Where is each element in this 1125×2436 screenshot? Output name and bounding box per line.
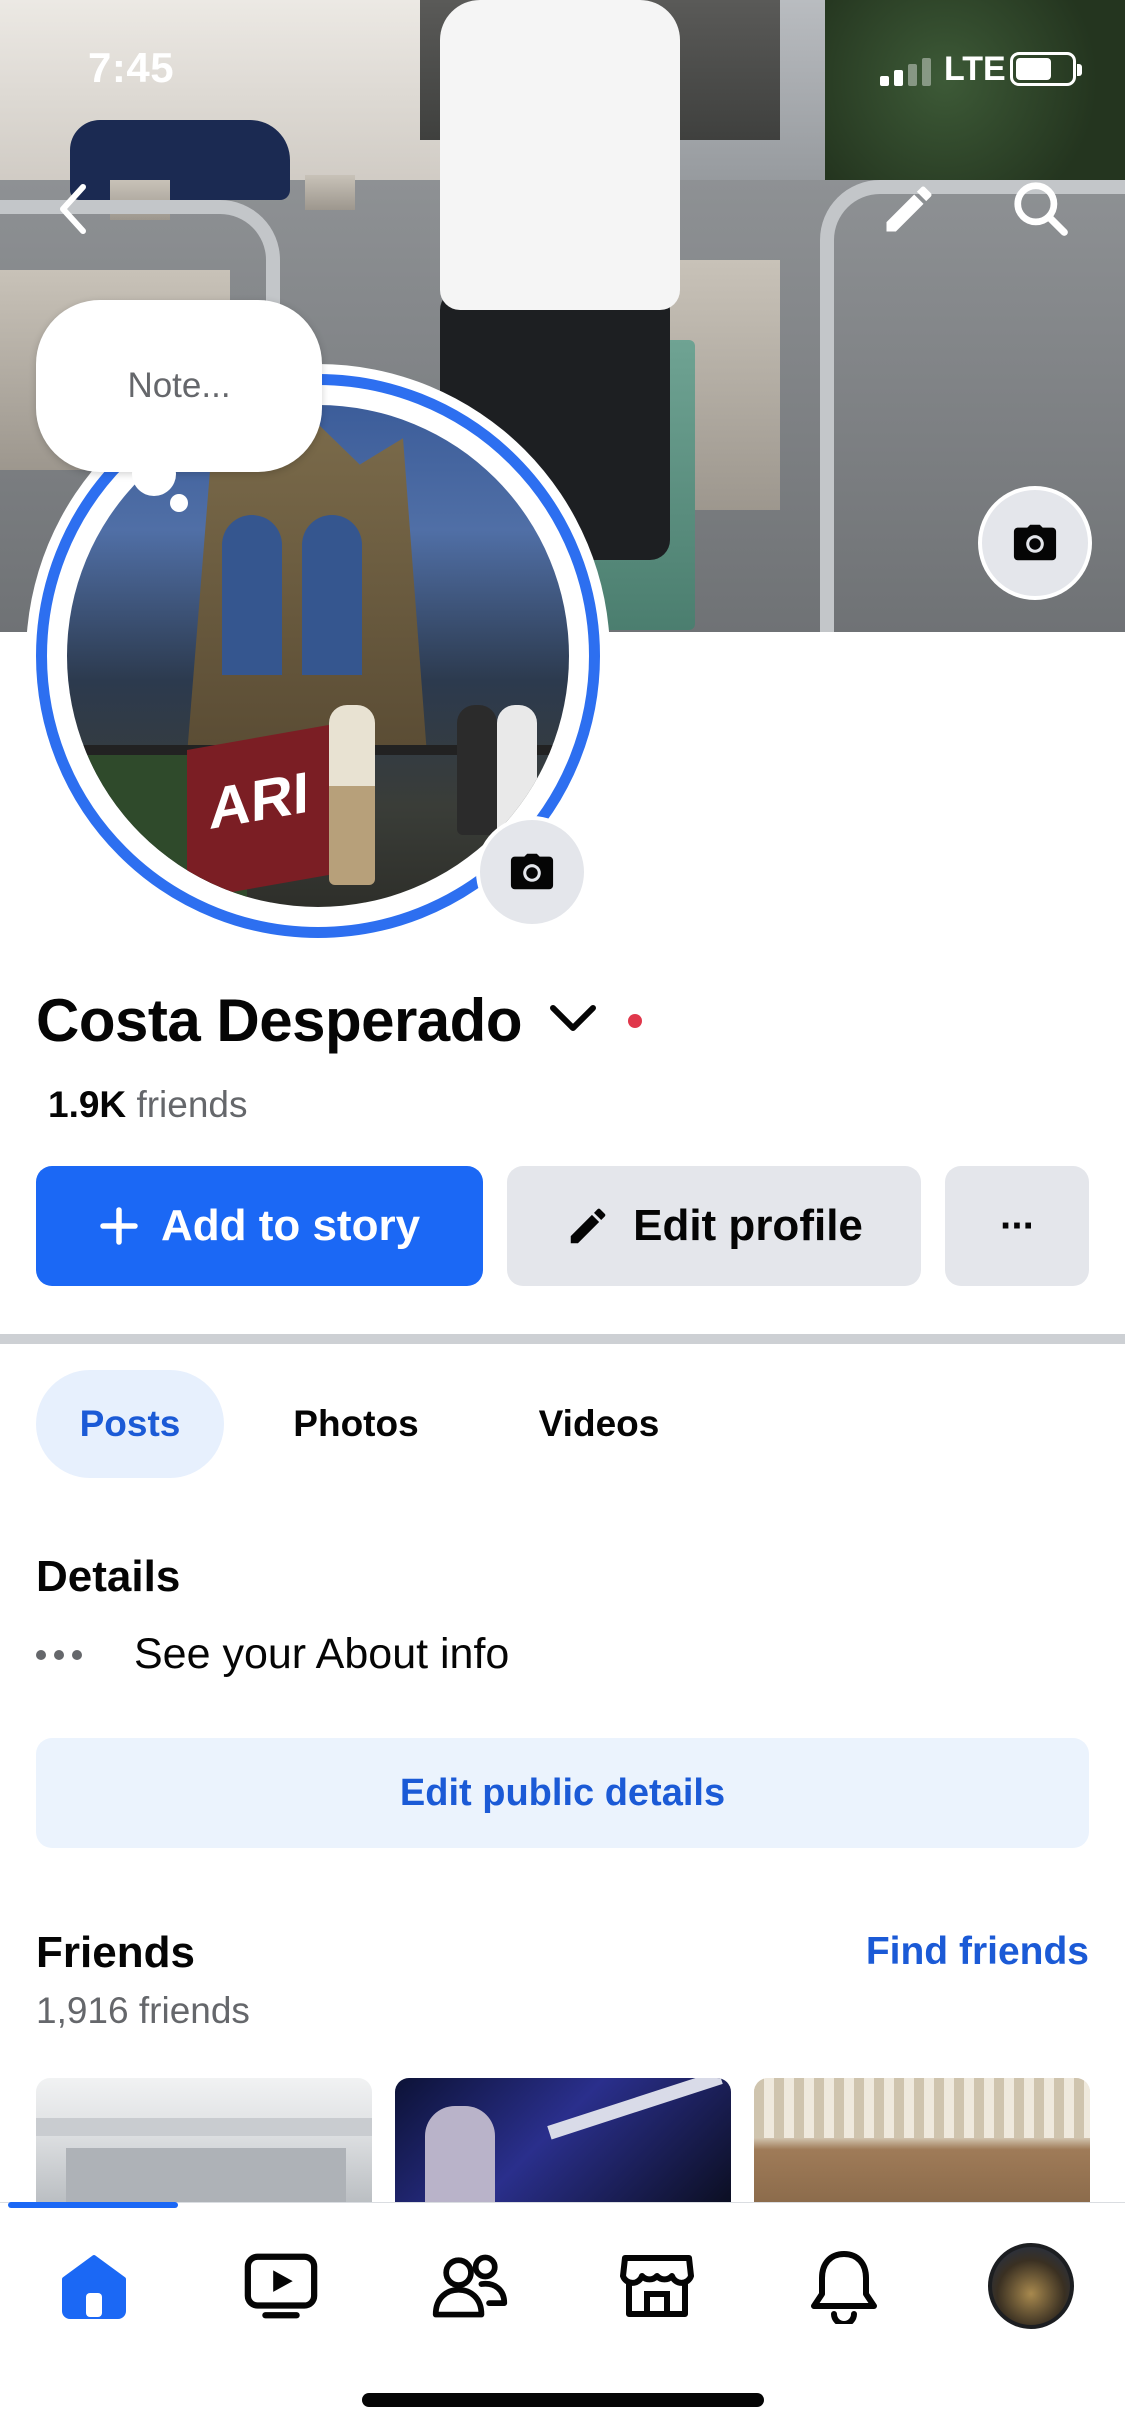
nav-friends[interactable]	[422, 2238, 518, 2334]
friends-summary[interactable]: 1.9K friends	[48, 1084, 248, 1126]
nav-video[interactable]	[233, 2238, 329, 2334]
search-icon	[1014, 182, 1068, 236]
edit-profile-label: Edit profile	[633, 1201, 863, 1250]
back-chevron-icon	[60, 184, 86, 234]
tab-videos[interactable]: Videos	[500, 1370, 698, 1478]
note-bubble[interactable]: Note...	[36, 300, 322, 472]
home-icon	[62, 2255, 126, 2319]
nav-marketplace[interactable]	[609, 2238, 705, 2334]
friends-heading: Friends	[36, 1928, 195, 1977]
friends-suffix: friends	[136, 1084, 248, 1125]
friend-thumbnail[interactable]	[754, 2078, 1090, 2208]
profile-camera-button[interactable]	[480, 820, 584, 924]
back-button[interactable]	[38, 174, 108, 244]
edit-public-details-label: Edit public details	[399, 1771, 726, 1814]
note-tail-dot-small	[170, 494, 188, 512]
bell-icon	[811, 2251, 877, 2324]
more-dots-icon: ···	[1000, 1203, 1036, 1248]
edit-profile-button[interactable]: Edit profile	[507, 1166, 921, 1286]
pencil-icon	[565, 1203, 611, 1249]
avatar-banner-text: ARI	[209, 759, 309, 843]
friends-icon	[432, 2254, 508, 2318]
pencil-icon	[886, 186, 932, 232]
more-dots-icon	[36, 1649, 100, 1660]
tab-posts[interactable]: Posts	[36, 1370, 224, 1478]
friend-thumbnail[interactable]	[395, 2078, 731, 2208]
tab-posts-label: Posts	[79, 1403, 181, 1444]
network-label: LTE	[944, 50, 1006, 88]
signal-icon	[880, 58, 931, 86]
edit-public-details-button[interactable]: Edit public details	[36, 1738, 1089, 1848]
tab-videos-label: Videos	[538, 1403, 660, 1444]
nav-home[interactable]	[46, 2238, 142, 2334]
marketplace-icon	[620, 2255, 694, 2317]
camera-icon	[1013, 524, 1057, 561]
search-button[interactable]	[1006, 174, 1076, 244]
plus-icon	[99, 1206, 139, 1246]
video-icon	[244, 2253, 318, 2319]
camera-icon	[510, 853, 554, 890]
friends-count-text: 1,916 friends	[36, 1990, 250, 2031]
about-info-row[interactable]: See your About info	[36, 1630, 509, 1679]
notification-dot	[627, 1013, 642, 1028]
cover-camera-button[interactable]	[982, 490, 1088, 596]
chevron-down-icon[interactable]	[548, 1002, 598, 1039]
note-tail-dot	[132, 452, 176, 496]
active-tab-indicator	[8, 2202, 178, 2208]
home-indicator	[362, 2393, 764, 2407]
profile-name-row[interactable]: Costa Desperado	[36, 986, 642, 1055]
profile-avatar	[988, 2243, 1074, 2329]
friend-thumbnail[interactable]	[36, 2078, 372, 2208]
nav-profile[interactable]	[983, 2238, 1079, 2334]
status-time: 7:45	[88, 44, 175, 91]
section-divider	[0, 1334, 1125, 1344]
nav-notifications[interactable]	[796, 2238, 892, 2334]
edit-cover-button[interactable]	[874, 174, 944, 244]
battery-icon	[1010, 52, 1082, 86]
about-info-text: See your About info	[134, 1630, 510, 1678]
more-options-button[interactable]: ···	[945, 1166, 1089, 1286]
profile-name: Costa Desperado	[36, 987, 522, 1054]
note-placeholder: Note...	[127, 366, 231, 405]
details-heading: Details	[36, 1552, 181, 1601]
add-to-story-label: Add to story	[160, 1201, 421, 1250]
tab-photos[interactable]: Photos	[258, 1370, 454, 1478]
add-to-story-button[interactable]: Add to story	[36, 1166, 483, 1286]
find-friends-link[interactable]: Find friends	[866, 1930, 1089, 1974]
status-bar: 7:45 LTE	[0, 0, 1125, 140]
friends-count: 1.9K	[48, 1084, 127, 1125]
tab-photos-label: Photos	[293, 1403, 419, 1444]
